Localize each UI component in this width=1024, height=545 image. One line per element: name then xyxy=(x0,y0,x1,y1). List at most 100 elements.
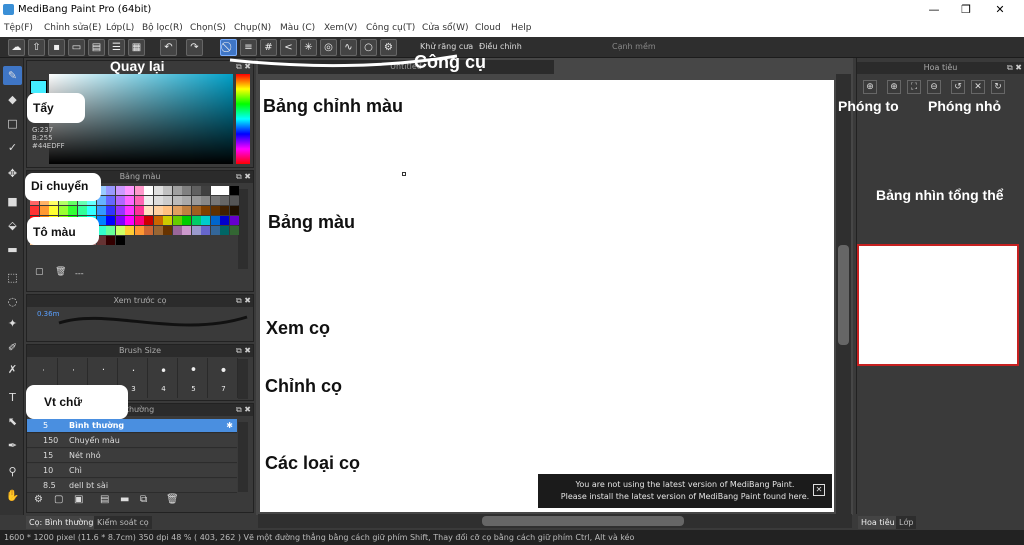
palette-swatch[interactable] xyxy=(106,196,115,205)
palette-swatch[interactable] xyxy=(172,196,182,205)
brush-menu-icon[interactable]: ▣ xyxy=(74,494,83,505)
palette-swatch[interactable] xyxy=(125,186,134,195)
list-item[interactable]: 10 Chì xyxy=(27,464,237,478)
palette-swatch[interactable] xyxy=(229,196,239,205)
bucket-tool-icon[interactable]: ⬙ xyxy=(3,216,22,235)
list-item[interactable]: 8.5 dell bt sài xyxy=(27,479,237,493)
palette-swatch[interactable] xyxy=(191,196,201,205)
maximize-button[interactable]: ❐ xyxy=(952,2,980,18)
palette-swatch[interactable] xyxy=(144,206,153,215)
document-icon[interactable]: ▤ xyxy=(100,494,109,505)
duplicate-icon[interactable]: ⧉ xyxy=(140,494,147,505)
palette-swatch[interactable] xyxy=(134,206,144,215)
palette-scrollbar[interactable] xyxy=(238,189,248,269)
palette-swatch[interactable] xyxy=(229,186,239,195)
comment-icon[interactable]: ▪ xyxy=(48,39,65,56)
pen-tool-icon[interactable]: ✓ xyxy=(3,138,22,157)
palette-swatch[interactable] xyxy=(106,236,115,245)
palette-swatch[interactable] xyxy=(134,196,144,205)
palette-swatch[interactable] xyxy=(106,186,115,195)
list-item[interactable]: 5 Bình thường ✱ xyxy=(27,419,237,433)
palette-swatch[interactable] xyxy=(144,186,153,195)
palette-swatch[interactable] xyxy=(191,216,201,225)
palette-swatch[interactable] xyxy=(191,226,201,235)
flip-icon[interactable]: ✕ xyxy=(971,80,985,94)
menu-tools[interactable]: Công cụ(T) xyxy=(366,23,415,33)
palette-swatch[interactable] xyxy=(220,206,229,215)
select-tool-icon[interactable]: ⬚ xyxy=(3,268,22,287)
palette-swatch[interactable] xyxy=(163,216,172,225)
panel-controls[interactable]: ⧉ ✖ xyxy=(1007,62,1022,74)
palette-swatch[interactable] xyxy=(210,186,220,195)
rotate-right-icon[interactable]: ↻ xyxy=(991,80,1005,94)
brush-list-scrollbar[interactable] xyxy=(238,422,248,492)
palette-swatch[interactable] xyxy=(134,226,144,235)
new-palette-icon[interactable]: ▢ xyxy=(35,267,44,277)
palette-swatch[interactable] xyxy=(115,186,125,195)
palette-swatch[interactable] xyxy=(229,216,239,225)
palette-swatch[interactable] xyxy=(125,216,134,225)
palette-swatch[interactable] xyxy=(87,206,96,215)
palette-swatch[interactable] xyxy=(144,196,153,205)
cloud-icon[interactable]: ☁ xyxy=(8,39,25,56)
palette-swatch[interactable] xyxy=(125,226,134,235)
palette-swatch[interactable] xyxy=(125,196,134,205)
brush-tool-icon[interactable]: ✎ xyxy=(3,66,22,85)
gear-icon[interactable]: ✱ xyxy=(226,419,233,433)
palette-swatch[interactable] xyxy=(182,196,191,205)
menu-cloud[interactable]: Cloud xyxy=(475,23,501,33)
palette-swatch[interactable] xyxy=(153,206,163,215)
palette-swatch[interactable] xyxy=(182,216,191,225)
palette-swatch[interactable] xyxy=(210,226,220,235)
delete-palette-icon[interactable]: 🗑 xyxy=(55,267,66,277)
palette-swatch[interactable] xyxy=(106,206,115,215)
palette-swatch[interactable] xyxy=(115,216,125,225)
update-notice[interactable]: You are not using the latest version of … xyxy=(538,474,832,508)
palette-swatch[interactable] xyxy=(134,186,144,195)
fit-icon[interactable]: ⛶ xyxy=(907,80,921,94)
menu-capture[interactable]: Chụp(N) xyxy=(234,23,271,33)
list-item[interactable]: 150 Chuyển màu xyxy=(27,434,237,448)
tab-navigator[interactable]: Hoa tiêu xyxy=(858,516,898,529)
palette-swatch[interactable] xyxy=(163,196,172,205)
hand-tool-icon[interactable]: ✋ xyxy=(3,486,22,505)
add-brush-icon[interactable]: ⚙ xyxy=(34,494,43,505)
document-icon[interactable]: ▤ xyxy=(88,39,105,56)
palette-swatch[interactable] xyxy=(201,216,210,225)
list-icon[interactable]: ☰ xyxy=(108,39,125,56)
palette-swatch[interactable] xyxy=(68,206,77,215)
menu-window[interactable]: Cửa sổ(W) xyxy=(422,23,468,33)
tab-brush-control[interactable]: Kiểm soát cọ xyxy=(94,516,152,529)
zoom-out-icon[interactable]: ⊖ xyxy=(927,80,941,94)
folder-icon[interactable]: ▬ xyxy=(120,494,129,505)
palette-swatch[interactable] xyxy=(182,186,191,195)
menu-help[interactable]: Help xyxy=(511,23,532,33)
eyedropper-tool-icon[interactable]: ⚲ xyxy=(3,462,22,481)
palette-swatch[interactable] xyxy=(115,206,125,215)
menu-filter[interactable]: Bộ lọc(R) xyxy=(142,23,183,33)
shape-tool-icon[interactable]: □ xyxy=(3,114,22,133)
brush-size-cell[interactable]: • 7 xyxy=(210,358,238,398)
palette-swatch[interactable] xyxy=(49,206,58,215)
palette-swatch[interactable] xyxy=(210,216,220,225)
palette-swatch[interactable] xyxy=(163,186,172,195)
fill-rect-tool-icon[interactable]: ■ xyxy=(3,192,22,211)
eraser-tool-icon[interactable]: ◆ xyxy=(3,90,22,109)
palette-swatch[interactable] xyxy=(191,186,201,195)
notice-close-button[interactable]: ✕ xyxy=(813,484,825,496)
lasso-tool-icon[interactable]: ◌ xyxy=(3,292,22,311)
palette-swatch[interactable] xyxy=(153,196,163,205)
palette-swatch[interactable] xyxy=(201,186,210,195)
palette-swatch[interactable] xyxy=(229,206,239,215)
palette-swatch[interactable] xyxy=(153,216,163,225)
palette-swatch[interactable] xyxy=(172,206,182,215)
panel-controls[interactable]: ⧉ ✖ xyxy=(236,404,251,416)
select-eraser-icon[interactable]: ✗ xyxy=(3,360,22,379)
brush-size-cell[interactable]: • 4 xyxy=(150,358,178,398)
palette-swatch[interactable] xyxy=(58,206,68,215)
chat-icon[interactable]: ▭ xyxy=(68,39,85,56)
redo-button[interactable]: ↷ xyxy=(186,39,203,56)
palette-swatch[interactable] xyxy=(201,206,210,215)
palette-swatch[interactable] xyxy=(134,216,144,225)
palette-swatch[interactable] xyxy=(115,236,125,245)
